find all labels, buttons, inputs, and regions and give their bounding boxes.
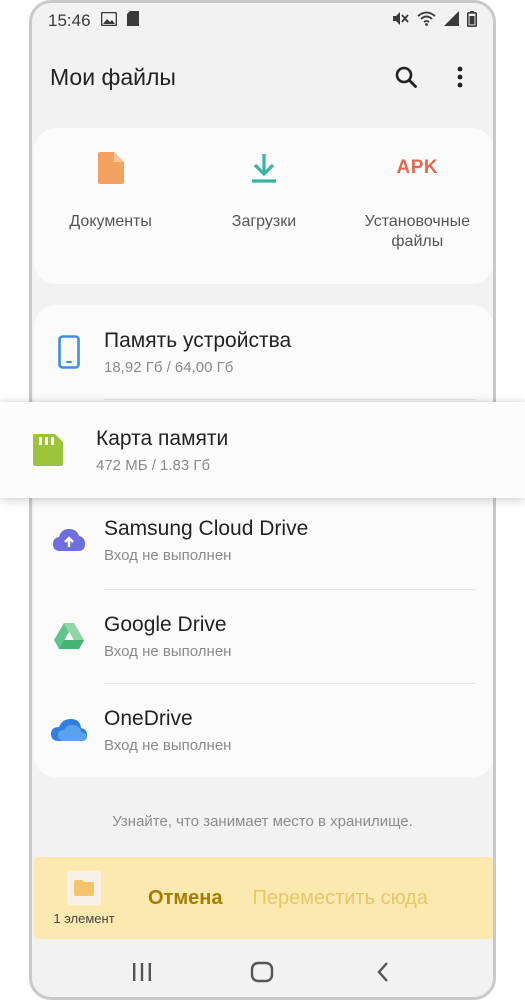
more-vert-icon[interactable] bbox=[445, 62, 475, 92]
storage-item-sd-card[interactable]: Карта памяти 472 МБ / 1.83 Гб bbox=[0, 402, 525, 498]
back-icon[interactable] bbox=[368, 957, 398, 987]
category-label: Документы bbox=[69, 213, 152, 230]
storage-title: Google Drive bbox=[104, 612, 227, 636]
sd-card-icon bbox=[0, 434, 96, 466]
status-bar: 15:46 bbox=[32, 3, 493, 39]
categories-card: Документы Загрузки APK Установочные файл… bbox=[34, 128, 493, 284]
storage-item-google-drive[interactable]: Google Drive Вход не выполнен bbox=[34, 589, 493, 683]
sim-card-icon bbox=[126, 11, 139, 31]
apk-icon-text: APK bbox=[396, 157, 439, 178]
mute-icon bbox=[392, 11, 409, 31]
phone-icon bbox=[34, 335, 104, 369]
storage-subtitle: Вход не выполнен bbox=[104, 642, 232, 660]
phone-frame: 15:46 Мои файлы Документы Загрузки APK У… bbox=[29, 0, 496, 1000]
category-label: Установочные файлы bbox=[364, 213, 470, 250]
download-icon bbox=[250, 148, 278, 188]
apk-icon: APK bbox=[397, 148, 439, 188]
category-label: Загрузки bbox=[231, 213, 297, 230]
onedrive-icon bbox=[34, 718, 104, 742]
recents-icon[interactable] bbox=[127, 957, 157, 987]
signal-icon bbox=[444, 11, 459, 31]
home-icon[interactable] bbox=[247, 957, 277, 987]
storage-hint[interactable]: Узнайте, что занимает место в хранилище. bbox=[32, 813, 493, 830]
cancel-button[interactable]: Отмена bbox=[148, 887, 222, 910]
app-bar: Мои файлы bbox=[32, 47, 493, 107]
divider bbox=[104, 399, 476, 400]
google-drive-icon bbox=[34, 622, 104, 650]
storage-subtitle: Вход не выполнен bbox=[104, 546, 232, 564]
selection-count: 1 элемент bbox=[53, 910, 115, 926]
move-here-button[interactable]: Переместить сюда bbox=[252, 887, 427, 910]
wifi-icon bbox=[417, 11, 436, 31]
status-time: 15:46 bbox=[48, 11, 91, 30]
move-action-bar: 1 элемент Отмена Переместить сюда bbox=[34, 857, 493, 939]
battery-icon bbox=[467, 10, 477, 32]
selection-info: 1 элемент bbox=[34, 870, 134, 926]
storage-subtitle: Вход не выполнен bbox=[104, 736, 232, 754]
category-downloads[interactable]: Загрузки bbox=[187, 128, 340, 284]
folder-thumbnail-icon bbox=[67, 870, 101, 905]
category-documents[interactable]: Документы bbox=[34, 128, 187, 284]
storage-item-device[interactable]: Память устройства 18,92 Гб / 64,00 Гб bbox=[34, 305, 493, 399]
page-title: Мои файлы bbox=[50, 63, 176, 90]
storage-subtitle: 18,92 Гб / 64,00 Гб bbox=[104, 358, 234, 376]
search-icon[interactable] bbox=[391, 62, 421, 92]
storage-item-onedrive[interactable]: OneDrive Вход не выполнен bbox=[34, 683, 493, 777]
category-apk[interactable]: APK Установочные файлы bbox=[341, 128, 493, 284]
storage-title: Samsung Cloud Drive bbox=[104, 516, 309, 540]
cloud-upload-icon bbox=[34, 527, 104, 553]
storage-title: Карта памяти bbox=[96, 426, 229, 450]
storage-title: OneDrive bbox=[104, 706, 193, 730]
storage-subtitle: 472 МБ / 1.83 Гб bbox=[96, 456, 211, 474]
navigation-bar bbox=[32, 949, 493, 995]
image-icon bbox=[100, 11, 117, 31]
storage-title: Память устройства bbox=[104, 328, 292, 352]
document-icon bbox=[97, 148, 124, 188]
storage-item-samsung-cloud[interactable]: Samsung Cloud Drive Вход не выполнен bbox=[34, 493, 493, 587]
storage-card: Память устройства 18,92 Гб / 64,00 Гб Sa… bbox=[34, 305, 493, 777]
